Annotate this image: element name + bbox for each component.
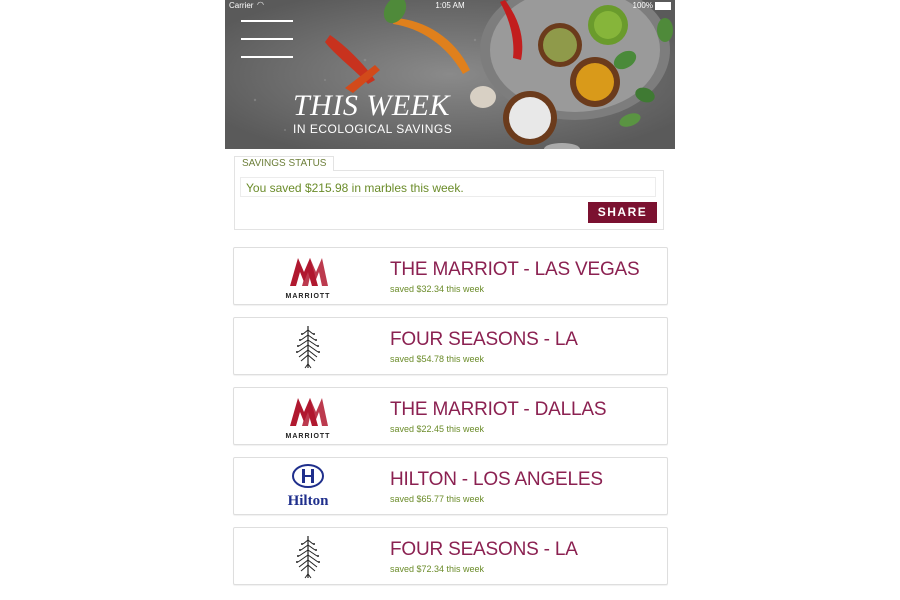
hilton-logo-icon: Hilton <box>288 464 329 509</box>
hotel-name: HILTON - LOS ANGELES <box>390 469 603 490</box>
hotel-list-item[interactable]: Hilton HILTON - LOS ANGELES saved $65.77… <box>233 457 668 515</box>
menu-line <box>241 56 293 58</box>
hotel-name: THE MARRIOT - LAS VEGAS <box>390 259 640 280</box>
status-bar: Carrier ◠ 1:05 AM 100% <box>225 0 675 12</box>
battery-icon <box>655 2 671 10</box>
hotel-list-item[interactable]: FOUR SEASONS - LA saved $72.34 this week <box>233 527 668 585</box>
menu-line <box>241 38 293 40</box>
status-time: 1:05 AM <box>435 1 465 10</box>
hero-title: THIS WEEK <box>293 89 450 122</box>
four-seasons-tree-icon <box>296 326 320 369</box>
hero-banner: THIS WEEK IN ECOLOGICAL SAVINGS <box>225 0 675 149</box>
hamburger-menu-icon[interactable] <box>241 18 293 60</box>
hotel-name: FOUR SEASONS - LA <box>390 539 578 560</box>
hotel-saved-amount: saved $32.34 this week <box>390 284 485 294</box>
hotel-saved-amount: saved $54.78 this week <box>390 354 485 364</box>
hotel-list-item[interactable]: FOUR SEASONS - LA saved $54.78 this week <box>233 317 668 375</box>
savings-message: You saved $215.98 in marbles this week. <box>240 177 656 197</box>
app-screen: THIS WEEK IN ECOLOGICAL SAVINGS Carrier … <box>225 0 675 600</box>
marriott-logo-text: MARRIOTT <box>286 433 331 440</box>
hotel-saved-amount: saved $72.34 this week <box>390 564 485 574</box>
savings-status-tab: SAVINGS STATUS <box>234 156 335 171</box>
hilton-logo-text: Hilton <box>288 493 329 509</box>
marriott-logo-text: MARRIOTT <box>286 293 331 300</box>
marriott-logo-icon: MARRIOTT <box>286 398 331 440</box>
share-button[interactable]: SHARE <box>588 202 657 223</box>
menu-line <box>241 20 293 22</box>
hero-subtitle: IN ECOLOGICAL SAVINGS <box>293 122 453 136</box>
hotel-saved-amount: saved $65.77 this week <box>390 494 485 504</box>
marriott-logo-icon: MARRIOTT <box>286 258 331 300</box>
hotel-list-item[interactable]: MARRIOTT THE MARRIOT - DALLAS saved $22.… <box>233 387 668 445</box>
hotel-list-item[interactable]: MARRIOTT THE MARRIOT - LAS VEGAS saved $… <box>233 247 668 305</box>
hotel-saved-amount: saved $22.45 this week <box>390 424 485 434</box>
battery-percent: 100% <box>632 1 653 10</box>
four-seasons-tree-icon <box>296 536 320 579</box>
hotel-name: THE MARRIOT - DALLAS <box>390 399 607 420</box>
hotel-name: FOUR SEASONS - LA <box>390 329 578 350</box>
